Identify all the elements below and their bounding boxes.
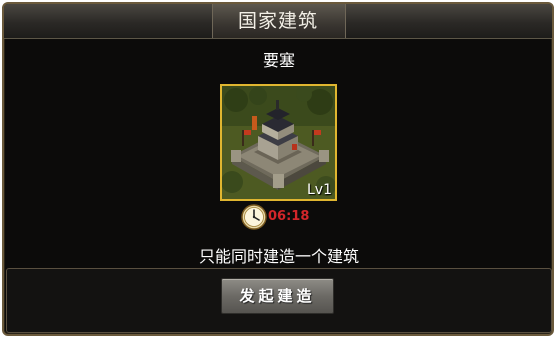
build-limit-notice: 只能同时建造一个建筑 <box>198 247 359 266</box>
dialog-title: 国家建筑 <box>237 10 318 32</box>
building-thumbnail[interactable]: Lv1 <box>220 84 337 201</box>
timer-value: 06:18 <box>268 209 310 224</box>
start-build-button[interactable]: 发起建造 <box>221 278 334 314</box>
building-name: 要塞 <box>262 51 295 70</box>
building-level: Lv1 <box>307 182 332 198</box>
clock-icon <box>241 204 267 230</box>
